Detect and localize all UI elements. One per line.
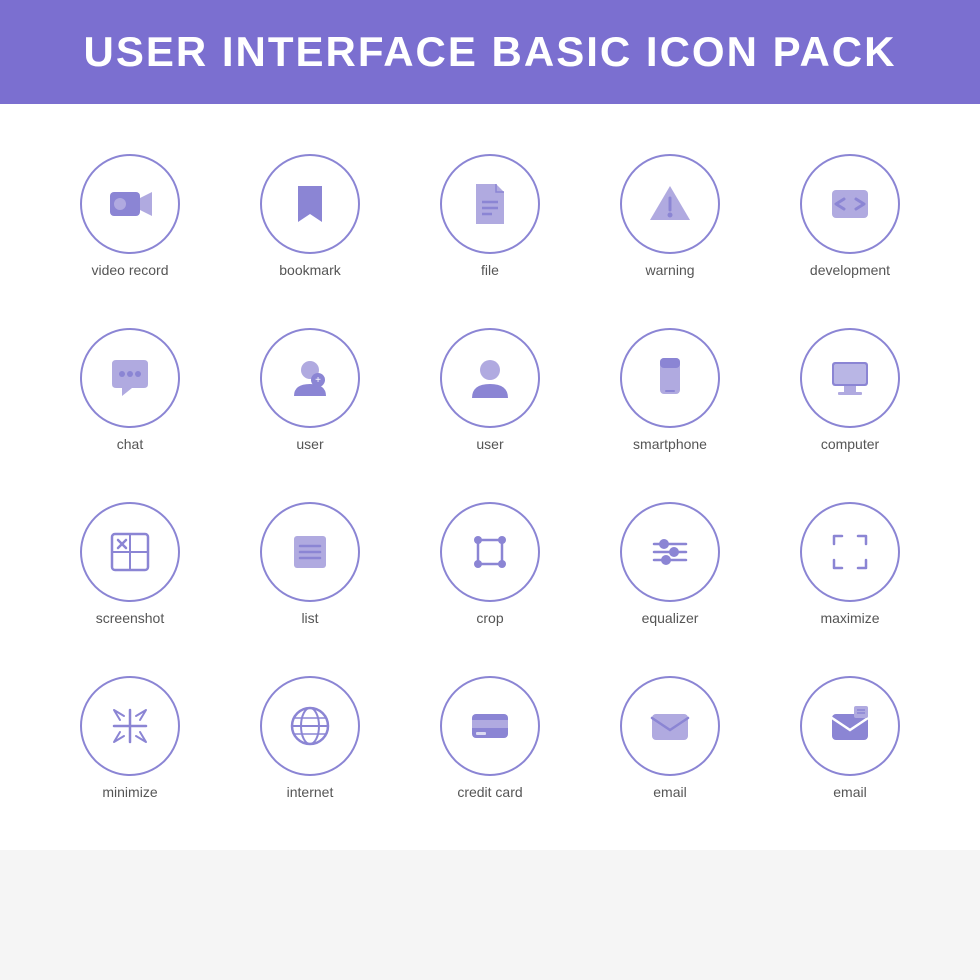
file-label: file xyxy=(481,262,499,278)
icon-item-development: development xyxy=(775,154,925,278)
email1-circle xyxy=(620,676,720,776)
icon-item-maximize: maximize xyxy=(775,502,925,626)
warning-icon xyxy=(644,178,696,230)
crop-label: crop xyxy=(476,610,503,626)
list-label: list xyxy=(301,610,318,626)
credit-card-circle xyxy=(440,676,540,776)
credit-card-label: credit card xyxy=(457,784,522,800)
computer-icon xyxy=(824,352,876,404)
icon-item-email1: email xyxy=(595,676,745,800)
icon-row-2: chat + user user xyxy=(40,308,940,472)
smartphone-icon xyxy=(644,352,696,404)
development-circle xyxy=(800,154,900,254)
svg-text:+: + xyxy=(315,375,321,386)
maximize-icon xyxy=(824,526,876,578)
email1-icon xyxy=(644,700,696,752)
warning-label: warning xyxy=(645,262,694,278)
list-circle xyxy=(260,502,360,602)
icon-item-credit-card: credit card xyxy=(415,676,565,800)
icon-grid: video record bookmark file xyxy=(0,104,980,850)
file-icon xyxy=(464,178,516,230)
internet-label: internet xyxy=(287,784,334,800)
icon-item-chat: chat xyxy=(55,328,205,452)
page-title: USER INTERFACE BASIC ICON PACK xyxy=(20,28,960,76)
email2-label: email xyxy=(833,784,866,800)
screenshot-icon xyxy=(104,526,156,578)
icon-row-1: video record bookmark file xyxy=(40,134,940,298)
maximize-circle xyxy=(800,502,900,602)
email1-label: email xyxy=(653,784,686,800)
user2-circle xyxy=(440,328,540,428)
credit-card-icon xyxy=(464,700,516,752)
minimize-label: minimize xyxy=(102,784,157,800)
equalizer-label: equalizer xyxy=(642,610,699,626)
email2-circle xyxy=(800,676,900,776)
user1-label: user xyxy=(296,436,323,452)
icon-row-3: screenshot list xyxy=(40,482,940,646)
minimize-icon xyxy=(104,700,156,752)
chat-circle xyxy=(80,328,180,428)
chat-icon xyxy=(104,352,156,404)
icon-item-list: list xyxy=(235,502,385,626)
computer-label: computer xyxy=(821,436,879,452)
icon-item-screenshot: screenshot xyxy=(55,502,205,626)
screenshot-label: screenshot xyxy=(96,610,164,626)
computer-circle xyxy=(800,328,900,428)
user1-icon: + xyxy=(284,352,336,404)
screenshot-circle xyxy=(80,502,180,602)
icon-item-internet: internet xyxy=(235,676,385,800)
equalizer-icon xyxy=(644,526,696,578)
icon-item-user2: user xyxy=(415,328,565,452)
equalizer-circle xyxy=(620,502,720,602)
icon-item-video-record: video record xyxy=(55,154,205,278)
bookmark-circle xyxy=(260,154,360,254)
warning-circle xyxy=(620,154,720,254)
icon-item-user1: + user xyxy=(235,328,385,452)
smartphone-circle xyxy=(620,328,720,428)
list-icon xyxy=(284,526,336,578)
icon-item-minimize: minimize xyxy=(55,676,205,800)
video-record-circle xyxy=(80,154,180,254)
icon-item-warning: warning xyxy=(595,154,745,278)
email2-icon xyxy=(824,700,876,752)
icon-item-computer: computer xyxy=(775,328,925,452)
file-circle xyxy=(440,154,540,254)
icon-item-smartphone: smartphone xyxy=(595,328,745,452)
header: USER INTERFACE BASIC ICON PACK xyxy=(0,0,980,104)
bookmark-label: bookmark xyxy=(279,262,340,278)
chat-label: chat xyxy=(117,436,143,452)
user2-label: user xyxy=(476,436,503,452)
development-icon xyxy=(824,178,876,230)
icon-row-4: minimize internet xyxy=(40,656,940,820)
development-label: development xyxy=(810,262,890,278)
video-record-label: video record xyxy=(91,262,168,278)
icon-item-equalizer: equalizer xyxy=(595,502,745,626)
user2-icon xyxy=(464,352,516,404)
user1-circle: + xyxy=(260,328,360,428)
crop-icon xyxy=(464,526,516,578)
bookmark-icon xyxy=(284,178,336,230)
icon-item-file: file xyxy=(415,154,565,278)
video-record-icon xyxy=(104,178,156,230)
smartphone-label: smartphone xyxy=(633,436,707,452)
minimize-circle xyxy=(80,676,180,776)
icon-item-email2: email xyxy=(775,676,925,800)
maximize-label: maximize xyxy=(820,610,879,626)
icon-item-crop: crop xyxy=(415,502,565,626)
icon-item-bookmark: bookmark xyxy=(235,154,385,278)
internet-icon xyxy=(284,700,336,752)
crop-circle xyxy=(440,502,540,602)
internet-circle xyxy=(260,676,360,776)
